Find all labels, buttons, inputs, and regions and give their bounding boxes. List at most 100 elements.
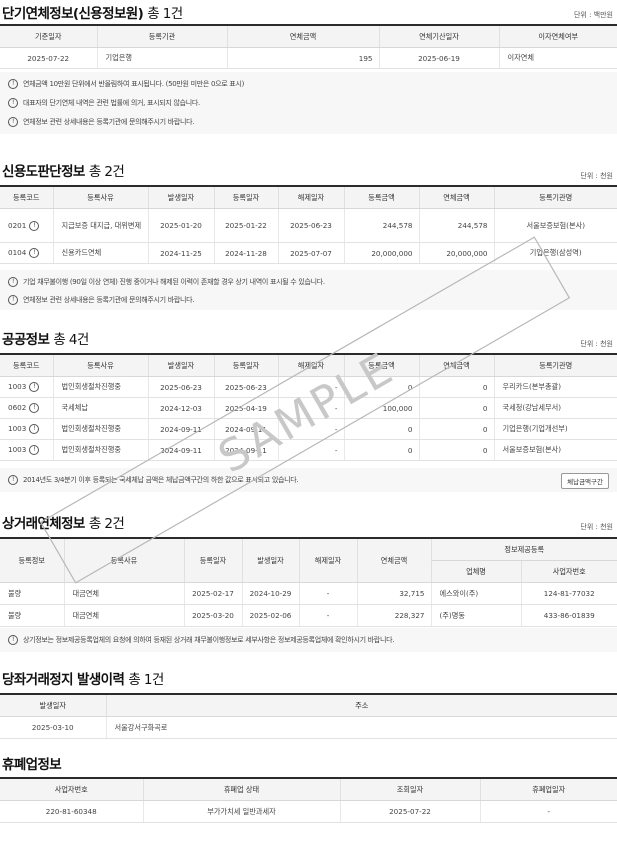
cell: 기업은행(기업개선부) [493,418,617,440]
suspension-history-table: 발생일자 주소 2025-03-10 서울강서구화곡로 [0,693,617,739]
col-header: 등록사유 [63,537,184,583]
exclamation-circle-icon[interactable]: ! [29,220,40,231]
code-cell: 0104! [0,242,53,264]
cell: 부가가치세 일반과세자 [142,800,340,823]
cell: 에스와이(주) [430,582,521,605]
notes-box: ! 2014년도 3/4분기 이후 등록되는 국세체납 금액은 체납금액구간의 하… [0,468,617,492]
col-header: 등록사유 [52,185,148,209]
cell: 20,000,000 [418,242,494,264]
arrears-range-button[interactable]: 체납금액구간 [561,473,609,489]
cell: - [277,418,344,440]
cell: - [479,800,617,823]
cell: 2025-01-22 [213,208,278,243]
cell: 433-86-01839 [520,604,617,627]
exclamation-circle-icon[interactable]: ! [29,248,40,258]
cell: 0 [418,376,494,398]
table-row: 0201! 지급보증 대지급, 대위변제 2025-01-20 2025-01-… [0,208,617,243]
col-header: 발생일자 [241,537,299,583]
col-subheader: 업체명 [430,560,521,583]
notes-box: ! 연체금액 10만원 단위에서 반올림하여 표시됩니다. (50만원 미만은 0… [0,72,617,134]
cell: 기업은행 [96,47,227,69]
col-subheader: 사업자번호 [520,560,617,583]
cell: 이자연체 [498,47,617,69]
col-header: 연체기산일자 [378,24,499,48]
section-title: 휴폐업정보 [2,757,62,773]
table-row: 불량 대금연체 2025-02-17 2024-10-29 - 32,715 에… [0,582,617,605]
cell: 244,578 [343,208,419,243]
cell: 2024-09-11 [213,418,278,440]
exclamation-circle-icon: ! [8,295,18,305]
unit-label: 단위 : 천원 [580,172,613,180]
cell: 법인회생절차진행중 [52,418,148,440]
table-row: 2025-07-22 기업은행 195 2025-06-19 이자연체 [0,47,617,69]
cell: 0 [343,418,419,440]
cell: 2024-10-29 [241,582,299,605]
cell: 0 [418,418,494,440]
notes-box: ! 상기정보는 정보제공등록업체의 요청에 의하여 등재된 상거래 채무불이행정보… [0,628,617,652]
cell: - [277,397,344,419]
col-header: 등록코드 [0,353,53,377]
note: ! 상기정보는 정보제공등록업체의 요청에 의하여 등재된 상거래 채무불이행정보… [8,635,394,645]
cell: 0 [343,439,419,461]
col-header: 등록일자 [213,185,278,209]
unit-label: 단위 : 천원 [580,523,613,531]
note: ! 기업 채무불이행 (90일 이상 연체) 진행 중이거나 해제된 이력이 존재… [8,277,325,287]
cell: 지급보증 대지급, 대위변제 [52,208,148,243]
exclamation-circle-icon[interactable]: ! [29,445,40,455]
exclamation-circle-icon[interactable]: ! [29,382,40,392]
cell: 2025-06-23 [147,376,214,398]
col-header: 등록기관 [96,24,227,48]
code-cell: 1003! [0,418,53,440]
cell: 2025-03-20 [183,604,242,627]
cell: 2025-06-19 [378,47,499,69]
section-title: 공공정보 총 4건 [2,332,89,348]
cell: 124-81-77032 [520,582,617,605]
cell: 서울강서구화곡로 [105,716,617,739]
cell: 2024-12-03 [147,397,214,419]
cell: 100,000 [343,397,419,419]
col-header: 발생일자 [147,185,214,209]
cell: 2025-07-22 [0,47,97,69]
cell: 국세체납 [52,397,148,419]
cell: 신용카드연체 [52,242,148,264]
short-term-delinquency-table: 기준일자 등록기관 연체금액 연체기산일자 이자연체여부 2025-07-22 … [0,24,617,69]
code-cell: 1003! [0,439,53,461]
notes-box: ! 기업 채무불이행 (90일 이상 연체) 진행 중이거나 해제된 이력이 존재… [0,270,617,310]
table-row: 2025-03-10 서울강서구화곡로 [0,716,617,739]
col-header: 조회일자 [339,777,480,801]
cell: 0 [343,376,419,398]
exclamation-circle-icon: ! [8,117,18,127]
col-header: 등록사유 [52,353,148,377]
unit-label: 단위 : 백만원 [573,11,613,19]
col-header: 발생일자 [0,693,106,717]
cell: 기업은행(삼성역) [493,242,617,264]
cell: 20,000,000 [343,242,419,264]
cell: - [277,376,344,398]
exclamation-circle-icon: ! [8,635,18,645]
cell: 2025-06-23 [213,376,278,398]
exclamation-circle-icon: ! [8,98,18,108]
cell: 법인회생절차진행중 [52,439,148,461]
exclamation-circle-icon[interactable]: ! [29,403,40,413]
note: ! 연체정보 관련 상세내용은 등록기관에 문의해주시기 바랍니다. [8,117,195,127]
cell: 2025-02-17 [183,582,242,605]
cell: 2025-01-20 [147,208,214,243]
cell: 대금연체 [63,604,184,627]
cell: - [298,582,357,605]
cell: 32,715 [356,582,431,605]
col-header: 주소 [105,693,617,717]
cell: 우리카드(본부총괄) [493,376,617,398]
table-row: 220-81-60348 부가가치세 일반과세자 2025-07-22 - [0,800,617,823]
col-header: 사업자번호 [0,777,143,801]
unit-label: 단위 : 천원 [580,340,613,348]
exclamation-circle-icon: ! [8,277,18,287]
note: ! 연체정보 관련 상세내용은 등록기관에 문의해주시기 바랍니다. [8,295,195,305]
col-header: 해제일자 [277,185,344,209]
col-header: 등록코드 [0,185,53,209]
cell: (주)명동 [430,604,521,627]
table-row: 0104! 신용카드연체 2024-11-25 2024-11-28 2025-… [0,242,617,264]
cell: 244,578 [418,208,494,243]
col-header: 해제일자 [277,353,344,377]
section-title: 상거래연체정보 총 2건 [2,516,125,532]
exclamation-circle-icon[interactable]: ! [29,424,40,434]
